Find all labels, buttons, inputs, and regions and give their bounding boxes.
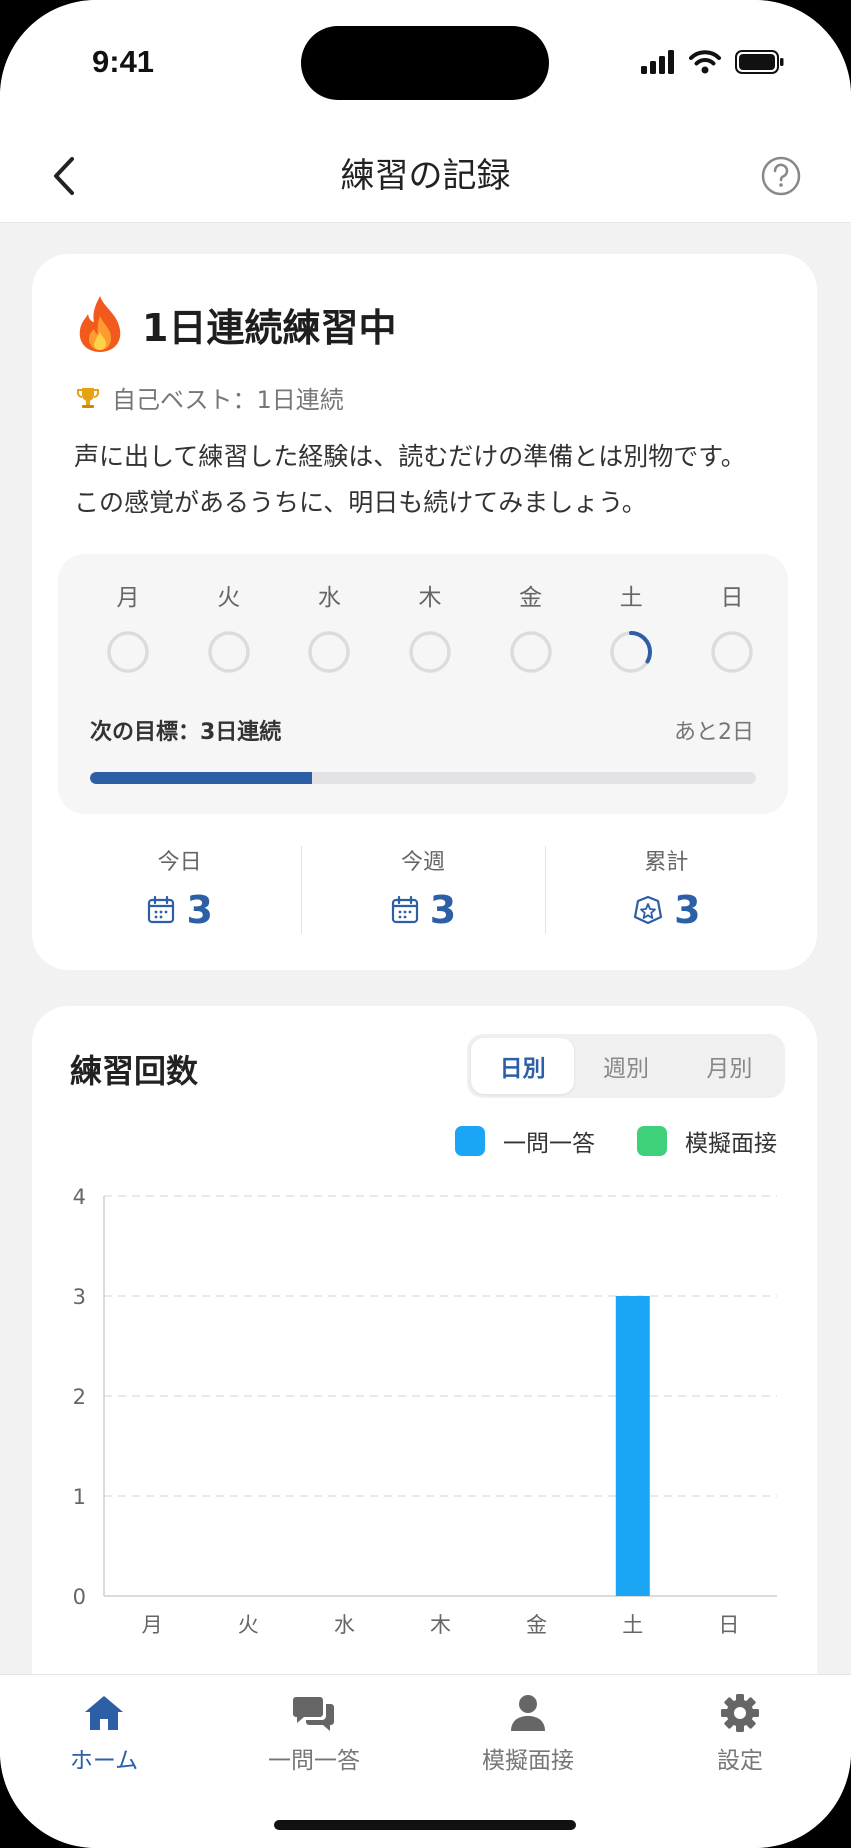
day-label: 日 bbox=[720, 585, 744, 611]
y-tick-label: 4 bbox=[73, 1185, 86, 1209]
page-title: 練習の記録 bbox=[340, 156, 511, 196]
stat-this-week: 今週 3 bbox=[301, 844, 544, 936]
y-tick-label: 1 bbox=[73, 1485, 86, 1509]
day-progress-ring bbox=[409, 631, 451, 673]
streak-card: 1日連続練習中 自己ベスト：1日連続 声に出して練習した経験は、読むだけの準備と… bbox=[32, 254, 817, 970]
x-tick-label: 木 bbox=[430, 1613, 451, 1637]
day-column: 水 bbox=[299, 578, 359, 674]
week-days: 月火水木金土日 bbox=[98, 578, 762, 674]
help-icon[interactable] bbox=[755, 150, 807, 202]
fire-icon bbox=[79, 296, 121, 352]
tab-label: 一問一答 bbox=[268, 1748, 360, 1774]
streak-title: 1日連続練習中 bbox=[142, 305, 397, 350]
day-column: 月 bbox=[98, 578, 158, 674]
days-remaining: あと2日 bbox=[674, 720, 754, 745]
home-indicator bbox=[274, 1820, 576, 1830]
home-icon bbox=[85, 1696, 123, 1730]
stat-label: 累計 bbox=[644, 850, 689, 875]
status-bar: 9:41 bbox=[0, 0, 851, 130]
y-tick-label: 2 bbox=[73, 1385, 86, 1409]
chat-icon bbox=[293, 1697, 334, 1731]
day-column: 木 bbox=[400, 578, 460, 674]
personal-best: 自己ベスト：1日連続 bbox=[76, 380, 344, 415]
day-label: 月 bbox=[116, 585, 140, 611]
x-tick-label: 火 bbox=[238, 1613, 259, 1637]
calendar-icon bbox=[148, 895, 175, 924]
tab-label: 模擬面接 bbox=[482, 1748, 574, 1774]
day-column: 金 bbox=[501, 578, 561, 674]
stat-total: 累計 3 bbox=[544, 844, 788, 936]
x-tick-label: 水 bbox=[334, 1613, 355, 1637]
gear-icon bbox=[721, 1694, 759, 1732]
stat-value: 3 bbox=[674, 888, 701, 932]
phone-screen: 9:41 練習の記録 1日連続練習中 自己ベスト：1日連続 声に出して練習した経… bbox=[0, 0, 851, 1848]
signal-icon bbox=[641, 50, 674, 74]
day-column: 土 bbox=[601, 578, 661, 674]
day-progress-ring bbox=[308, 631, 351, 673]
practice-bar-chart: 0 1 2 3 4 月 火 水 木 金 土 日 bbox=[73, 1185, 777, 1637]
practice-chart-card: 練習回数 日別 週別 月別 一問一答 模擬面接 01234月火水木金土日 bbox=[32, 1006, 817, 1706]
star-badge-icon bbox=[633, 895, 663, 925]
battery-icon bbox=[735, 50, 784, 74]
weekly-tracker: 月 火 水 木 金 土 日 次の目標：3日連続 あと2日 bbox=[58, 554, 788, 814]
status-icons bbox=[641, 50, 785, 74]
tab-qa[interactable]: 一問一答 bbox=[224, 1693, 404, 1775]
day-label: 火 bbox=[217, 585, 241, 611]
personal-best-text: 自己ベスト：1日連続 bbox=[112, 386, 344, 414]
day-progress-ring bbox=[610, 631, 653, 673]
tab-home[interactable]: ホーム bbox=[14, 1693, 194, 1775]
day-progress-ring bbox=[509, 631, 552, 673]
stat-label: 今週 bbox=[400, 850, 445, 875]
calendar-icon bbox=[391, 895, 418, 924]
encouragement-message: 声に出して練習した経験は、読むだけの準備とは別物です。 この感覚があるうちに、明… bbox=[74, 434, 794, 526]
day-column: 火 bbox=[199, 578, 259, 674]
x-tick-label: 日 bbox=[718, 1613, 739, 1637]
trophy-icon bbox=[77, 387, 99, 408]
person-icon bbox=[511, 1695, 545, 1731]
x-tick-label: 月 bbox=[142, 1613, 163, 1637]
message-line-2: この感覚があるうちに、明日も続けてみましょう。 bbox=[74, 488, 647, 517]
streak-heading: 1日連続練習中 bbox=[74, 294, 396, 354]
dynamic-island bbox=[301, 26, 549, 100]
day-progress-ring bbox=[107, 631, 149, 673]
stat-label: 今日 bbox=[157, 850, 202, 875]
day-column: 日 bbox=[702, 578, 762, 674]
bar-qa bbox=[615, 1296, 650, 1596]
tab-label: 設定 bbox=[717, 1748, 763, 1774]
stat-value: 3 bbox=[186, 888, 213, 932]
tab-label: ホーム bbox=[69, 1748, 139, 1774]
day-progress-ring bbox=[207, 631, 250, 673]
stat-today: 今日 3 bbox=[58, 844, 301, 936]
day-progress-ring bbox=[711, 631, 753, 673]
status-time: 9:41 bbox=[92, 44, 155, 79]
message-line-1: 声に出して練習した経験は、読むだけの準備とは別物です。 bbox=[74, 442, 746, 471]
day-label: 水 bbox=[317, 585, 341, 611]
stat-value: 3 bbox=[429, 888, 457, 932]
day-label: 金 bbox=[519, 585, 543, 611]
tab-mock-interview[interactable]: 模擬面接 bbox=[438, 1693, 618, 1775]
goal-progress-fill bbox=[90, 772, 312, 784]
next-goal: 次の目標：3日連続 bbox=[90, 720, 282, 745]
day-label: 土 bbox=[619, 585, 643, 611]
x-tick-label: 土 bbox=[622, 1613, 643, 1637]
y-tick-label: 3 bbox=[73, 1285, 86, 1309]
stats-row: 今日 3 今週 3 累計 3 bbox=[58, 844, 788, 936]
day-label: 木 bbox=[418, 585, 442, 611]
nav-header: 練習の記録 bbox=[0, 130, 851, 223]
tab-settings[interactable]: 設定 bbox=[650, 1693, 830, 1775]
goal-progress-bar bbox=[90, 772, 756, 784]
x-tick-label: 金 bbox=[526, 1613, 547, 1637]
wifi-icon bbox=[689, 50, 721, 74]
y-tick-label: 0 bbox=[73, 1585, 86, 1609]
